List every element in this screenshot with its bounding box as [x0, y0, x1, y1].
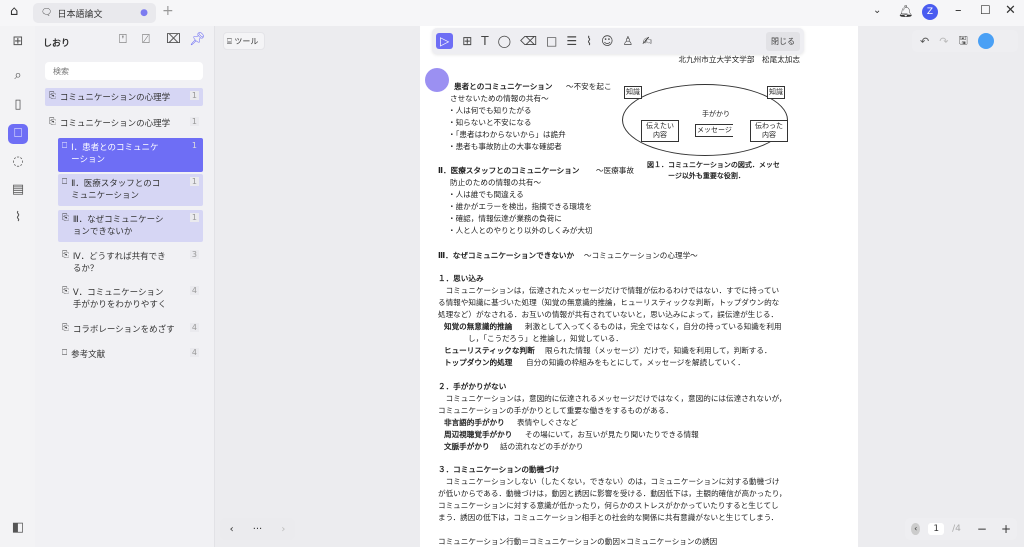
section-heading: 患者とのコミュニケーション: [454, 82, 553, 91]
panel-nav: ‹ ··· ›: [220, 518, 295, 540]
zoom-out-icon[interactable]: −: [977, 522, 987, 536]
toolbox-icon: ⌸: [227, 37, 232, 46]
shape-tool-icon[interactable]: □: [546, 34, 557, 48]
chevron-down-icon[interactable]: ⌄: [873, 5, 881, 16]
avatar[interactable]: Z: [922, 4, 938, 20]
cursor-indicator: [425, 68, 449, 92]
home-icon[interactable]: ⌂: [10, 4, 18, 19]
bookmark-item[interactable]: ⎘ コラボレーションをめざす 4: [58, 320, 203, 338]
tools-label: ツール: [234, 37, 259, 46]
bookmark-search-input[interactable]: [45, 62, 203, 80]
bookmark-item[interactable]: ⎕ Ⅰ．患者とのコミュニケーション 1: [58, 138, 203, 172]
bookmark-item[interactable]: ⎘ Ⅲ．なぜコミュニケーションできないか 1: [58, 210, 203, 242]
panel-title: しおり: [43, 39, 71, 49]
attachment-icon[interactable]: ⌇: [8, 208, 28, 228]
bookmark-item[interactable]: ⎘ コミュニケーションの心理学 1: [45, 114, 203, 132]
prev-icon[interactable]: ‹: [230, 524, 234, 535]
bookmark-item[interactable]: ⎘ コミュニケーションの心理学 1: [45, 88, 203, 106]
minimize-icon[interactable]: –: [955, 3, 962, 18]
maximize-icon[interactable]: ☐: [980, 3, 991, 17]
document-tab[interactable]: 🗨 日本語論文 ●: [33, 3, 156, 23]
zoom-in-icon[interactable]: +: [1001, 522, 1011, 536]
text-tool-icon[interactable]: T: [481, 34, 488, 48]
add-bookmark-icon[interactable]: ⍞: [119, 32, 127, 47]
signature-tool-icon[interactable]: ✍: [642, 34, 652, 48]
unsaved-dot-icon: ●: [140, 8, 148, 18]
bookmark-item[interactable]: ⎘ Ⅴ．コミュニケーション手がかりをわかりやすく 4: [58, 283, 203, 313]
annotation-toolbar: ▷ ⊞ T ◯ ⌫ □ ☰ ⌇ ☺ ♙ ✍ 閉じる: [432, 28, 804, 54]
tab-title: 日本語論文: [57, 9, 103, 20]
page-navigator: ‹ 1 /4 − +: [905, 518, 1017, 540]
comment-icon: 🗨: [41, 8, 53, 18]
tools-button[interactable]: ⌸ ツール: [223, 32, 265, 50]
grid-icon[interactable]: ⊞: [8, 32, 28, 52]
delete-bookmark-icon[interactable]: ⌧: [166, 32, 181, 47]
bookmark-item[interactable]: ⎕ Ⅱ．医療スタッフとのコミュニケーション 1: [58, 174, 203, 206]
page-icon[interactable]: ▯: [8, 95, 28, 115]
close-toolbar-button[interactable]: 閉じる: [766, 31, 800, 51]
save-icon[interactable]: 🖫︎: [958, 32, 967, 51]
bookmark-item[interactable]: ⎘ Ⅳ．どうすれば共有できるか？ 3: [58, 247, 203, 277]
right-toolbar: ↶ ↷ 🖫︎: [912, 30, 1018, 52]
author: 北九州市立大学文学部 松尾太加志: [678, 55, 801, 64]
bell-icon[interactable]: 🔔︎: [898, 4, 913, 18]
page-number-input[interactable]: 1: [928, 523, 945, 535]
bookmark-icon[interactable]: ⎕: [8, 124, 28, 144]
pdf-page: 北九州市立大学文学部 松尾太加志 患者とのコミュニケーション 〜不安を起こ させ…: [420, 26, 858, 547]
document-icon[interactable]: ▤: [8, 180, 28, 200]
prev-page-icon[interactable]: ‹: [911, 523, 921, 535]
stamp-tool-icon[interactable]: ♙: [623, 34, 634, 48]
bookmark-item[interactable]: ⎕ 参考文献 4: [58, 345, 203, 363]
more-icon[interactable]: ···: [253, 524, 263, 535]
pin-icon[interactable]: 📌︎: [189, 32, 206, 47]
section-heading: Ⅲ．なぜコミュニケーションできないか: [438, 251, 575, 260]
ai-assistant-icon[interactable]: [977, 33, 994, 49]
new-tab-icon[interactable]: +: [162, 3, 174, 19]
title-bar: ⌂ 🗨 日本語論文 ● + ⌄ 🔔︎ Z – ☐ ✕: [0, 0, 1024, 26]
attachment-tool-icon[interactable]: ⌇: [586, 34, 592, 48]
sidebar-toggle-icon[interactable]: ◧: [8, 518, 28, 538]
sticker-tool-icon[interactable]: ☺: [601, 34, 614, 48]
bookmark-panel: しおり ⍞ ⍁ ⌧ 📌︎ ⎘コミュニケーションの心理学1 ⎘コミュニケーションの…: [35, 26, 215, 547]
highlight-tool-icon[interactable]: ⊞: [462, 34, 472, 48]
left-rail: ⊞ ⌕ ▯ ⎕ ◌ ▤ ⌇ ◧: [0, 26, 35, 547]
add-child-bookmark-icon[interactable]: ⍁: [142, 32, 150, 47]
redo-icon[interactable]: ↷: [939, 35, 948, 48]
section-heading: Ⅱ．医療スタッフとのコミュニケーション: [438, 166, 580, 175]
select-tool-icon[interactable]: ▷: [436, 33, 454, 49]
eraser-tool-icon[interactable]: ⌫: [520, 34, 537, 48]
next-icon[interactable]: ›: [281, 524, 285, 535]
comment-tool-icon[interactable]: ◯: [498, 34, 511, 48]
comment-icon[interactable]: ◌: [8, 152, 28, 172]
close-icon[interactable]: ✕: [1005, 3, 1016, 18]
undo-icon[interactable]: ↶: [920, 35, 929, 48]
page-total: /4: [952, 524, 961, 534]
textbox-tool-icon[interactable]: ☰: [566, 34, 577, 48]
search-icon[interactable]: ⌕: [8, 66, 28, 86]
